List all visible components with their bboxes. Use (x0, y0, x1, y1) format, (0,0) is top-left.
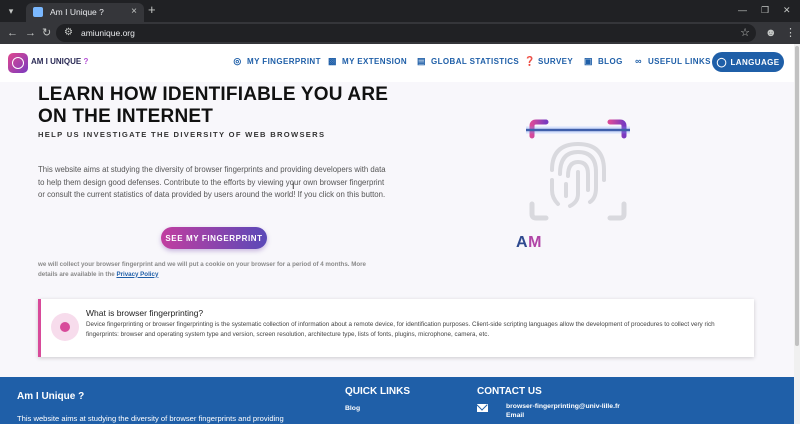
globe-icon: ◯ (716, 56, 727, 67)
am-logo-mark: AM (516, 234, 542, 251)
nav-my-fingerprint[interactable]: ◎ MY FINGERPRINT (233, 56, 321, 67)
privacy-policy-link[interactable]: Privacy Policy (116, 271, 158, 278)
text-cursor-icon: I (292, 181, 295, 191)
bar-chart-icon: ▤ (417, 56, 426, 66)
browser-tab[interactable]: Am I Unique ? × (26, 3, 144, 22)
info-card: What is browser fingerprinting? Device f… (38, 299, 754, 357)
nav-my-extension[interactable]: ▩ MY EXTENSION (328, 56, 407, 67)
tab-title: Am I Unique ? (50, 7, 104, 17)
nav-survey[interactable]: ❓ SURVEY (524, 56, 573, 67)
see-my-fingerprint-button[interactable]: SEE MY FINGERPRINT (161, 227, 267, 249)
profile-icon[interactable]: ☻ (765, 26, 777, 40)
browser-tab-bar: ▾ Am I Unique ? × + — ❐ ✕ (0, 0, 800, 22)
mail-icon (477, 404, 488, 412)
footer: Am I Unique ? This website aims at study… (0, 377, 800, 424)
language-button[interactable]: ◯ LANGUAGE (712, 52, 784, 72)
minimize-icon[interactable]: — (738, 4, 747, 16)
site-info-icon[interactable]: ⚙ (64, 27, 73, 39)
contact-email-label: Email (506, 412, 525, 419)
contact-email[interactable]: browser-fingerprinting@univ-lille.fr (506, 403, 620, 410)
scrollbar-thumb[interactable] (795, 46, 799, 346)
brand-name[interactable]: AM I UNIQUE ? (31, 57, 88, 66)
kebab-menu-icon[interactable]: ⋮ (785, 26, 796, 40)
logo-icon[interactable] (8, 53, 28, 73)
nav-blog[interactable]: ▣ BLOG (584, 56, 623, 67)
link-icon: ∞ (635, 56, 642, 66)
contact-heading: CONTACT US (477, 386, 542, 397)
info-title: What is browser fingerprinting? (86, 308, 204, 318)
nav-useful-links[interactable]: ∞ USEFUL LINKS (634, 56, 711, 67)
info-text: Device fingerprinting or browser fingerp… (86, 321, 715, 338)
hero-subtitle: HELP US INVESTIGATE THE DIVERSITY OF WEB… (38, 130, 326, 139)
info-bullet-icon (51, 313, 79, 341)
star-icon[interactable]: ☆ (740, 26, 750, 40)
page-scrollbar[interactable] (794, 44, 800, 424)
cookie-note: we will collect your browser fingerprint… (38, 261, 366, 278)
restore-icon[interactable]: ❐ (761, 4, 769, 16)
browser-toolbar: ← → ↻ ⚙ amiunique.org ☆ ☻ ⋮ (0, 22, 800, 44)
fingerprint-icon: ◎ (233, 56, 242, 66)
blog-icon: ▣ (584, 56, 593, 66)
window-close-icon[interactable]: ✕ (783, 4, 791, 16)
new-tab-icon[interactable]: + (148, 3, 156, 17)
address-bar[interactable]: ⚙ amiunique.org ☆ (56, 24, 756, 42)
hero-description: This website aims at studying the divers… (38, 165, 386, 199)
back-icon[interactable]: ← (7, 26, 18, 40)
favicon-icon (33, 7, 43, 17)
hero-title: LEARN HOW IDENTIFIABLE YOU ARE ON THE IN… (38, 84, 389, 127)
url-text[interactable]: amiunique.org (81, 28, 135, 38)
fingerprint-illustration (526, 119, 630, 221)
footer-link-blog[interactable]: Blog (345, 405, 360, 412)
puzzle-icon: ▩ (328, 56, 337, 66)
quick-links-heading: QUICK LINKS (345, 386, 410, 397)
tab-list-icon[interactable]: ▾ (4, 4, 18, 18)
site-header: AM I UNIQUE ? ◎ MY FINGERPRINT ▩ MY EXTE… (0, 44, 800, 82)
footer-description: This website aims at studying the divers… (17, 414, 284, 423)
close-icon[interactable]: × (131, 6, 137, 18)
footer-title: Am I Unique ? (17, 391, 85, 402)
nav-global-statistics[interactable]: ▤ GLOBAL STATISTICS (417, 56, 519, 67)
reload-icon[interactable]: ↻ (42, 26, 51, 40)
forward-icon[interactable]: → (25, 26, 36, 40)
help-icon: ❓ (524, 56, 536, 66)
